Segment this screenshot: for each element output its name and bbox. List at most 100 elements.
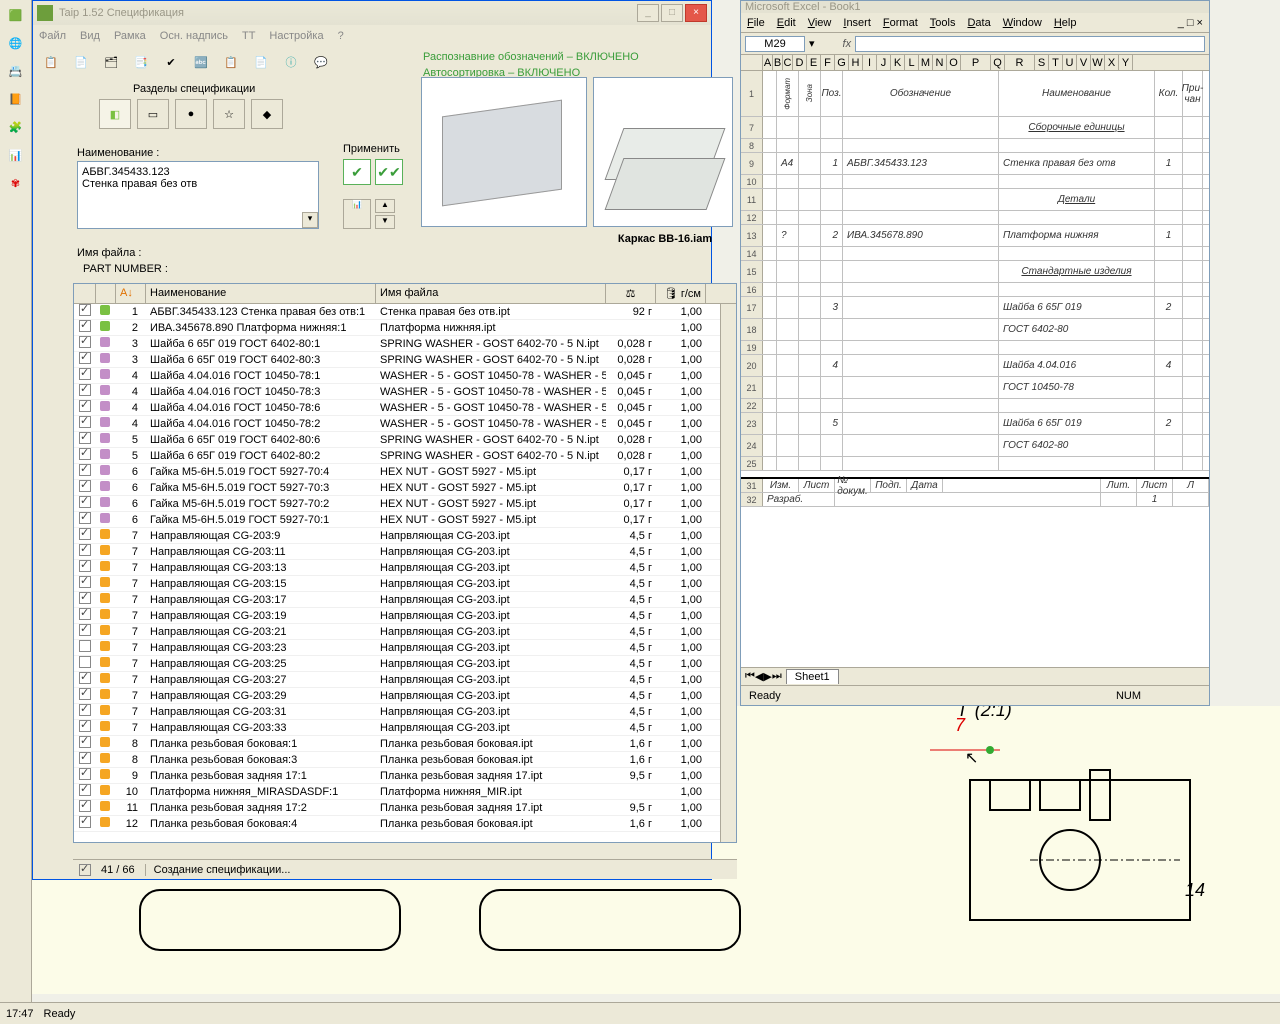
- table-row[interactable]: 6 Гайка M5-6H.5.019 ГОСТ 5927-70:1 HEX N…: [74, 512, 736, 528]
- row-checkbox[interactable]: [79, 352, 91, 364]
- menu-item[interactable]: Рамка: [114, 30, 146, 42]
- excel-titlebar[interactable]: Microsoft Excel - Book1: [741, 1, 1209, 13]
- spec-row[interactable]: 11 Детали: [741, 189, 1209, 211]
- tool-icon[interactable]: 📋: [219, 50, 243, 74]
- tool-icon[interactable]: ⓘ: [279, 50, 303, 74]
- table-row[interactable]: 7 Направляющая CG-203:29 Напрвляющая CG-…: [74, 688, 736, 704]
- minimize-button[interactable]: _: [637, 4, 659, 22]
- spec-row[interactable]: 22: [741, 399, 1209, 413]
- table-row[interactable]: 4 Шайба 4.04.016 ГОСТ 10450-78:2 WASHER …: [74, 416, 736, 432]
- spec-row[interactable]: 18 ГОСТ 6402-80: [741, 319, 1209, 341]
- table-row[interactable]: 8 Планка резьбовая боковая:3 Планка резь…: [74, 752, 736, 768]
- row-checkbox[interactable]: [79, 448, 91, 460]
- shape-circle-button[interactable]: ●: [175, 99, 207, 129]
- row-checkbox[interactable]: [79, 576, 91, 588]
- table-row[interactable]: 3 Шайба 6 65Г 019 ГОСТ 6402-80:3 SPRING …: [74, 352, 736, 368]
- row-checkbox[interactable]: [79, 400, 91, 412]
- table-row[interactable]: 7 Направляющая CG-203:19 Напрвляющая CG-…: [74, 608, 736, 624]
- spec-row[interactable]: 21 ГОСТ 10450-78: [741, 377, 1209, 399]
- table-row[interactable]: 7 Направляющая CG-203:25 Напрвляющая CG-…: [74, 656, 736, 672]
- app-icon[interactable]: ✾: [5, 172, 27, 194]
- row-checkbox[interactable]: [79, 640, 91, 652]
- table-row[interactable]: 6 Гайка M5-6H.5.019 ГОСТ 5927-70:3 HEX N…: [74, 480, 736, 496]
- menu-item[interactable]: Настройка: [269, 30, 323, 42]
- tab-nav-prev[interactable]: ◀: [755, 670, 763, 683]
- row-checkbox[interactable]: [79, 416, 91, 428]
- spec-row[interactable]: 19: [741, 341, 1209, 355]
- row-checkbox[interactable]: [79, 304, 91, 316]
- row-checkbox[interactable]: [79, 736, 91, 748]
- spec-row[interactable]: 13 ? 2 ИВА.345678.890 Платформа нижняя 1: [741, 225, 1209, 247]
- tool-icon[interactable]: 📄: [69, 50, 93, 74]
- menu-item[interactable]: View: [808, 17, 832, 29]
- dropdown-icon[interactable]: ▾: [302, 212, 318, 228]
- table-row[interactable]: 6 Гайка M5-6H.5.019 ГОСТ 5927-70:2 HEX N…: [74, 496, 736, 512]
- table-row[interactable]: 7 Направляющая CG-203:33 Напрвляющая CG-…: [74, 720, 736, 736]
- row-checkbox[interactable]: [79, 816, 91, 828]
- cell-reference-input[interactable]: [745, 36, 805, 52]
- table-row[interactable]: 4 Шайба 4.04.016 ГОСТ 10450-78:6 WASHER …: [74, 400, 736, 416]
- table-row[interactable]: 2 ИВА.345678.890 Платформа нижняя:1 Плат…: [74, 320, 736, 336]
- app-icon[interactable]: 🧩: [5, 116, 27, 138]
- apply-one-button[interactable]: ✔: [343, 159, 371, 185]
- row-checkbox[interactable]: [79, 336, 91, 348]
- worksheet[interactable]: ABCDEFGHIJKLMNOPQRSTUVWXY 1 Формат Зона …: [741, 55, 1209, 665]
- menu-item[interactable]: Insert: [843, 17, 871, 29]
- spec-row[interactable]: 24 ГОСТ 6402-80: [741, 435, 1209, 457]
- spec-row[interactable]: 9 А4 1 АБВГ.345433.123 Стенка правая без…: [741, 153, 1209, 175]
- spec-row[interactable]: 17 3 Шайба 6 65Г 019 2: [741, 297, 1209, 319]
- tool-icon[interactable]: ✔: [159, 50, 183, 74]
- apply-all-button[interactable]: ✔✔: [375, 159, 403, 185]
- menu-item[interactable]: ТТ: [242, 30, 255, 42]
- spec-row[interactable]: 20 4 Шайба 4.04.016 4: [741, 355, 1209, 377]
- tool-icon[interactable]: 🗂: [99, 50, 123, 74]
- row-checkbox[interactable]: [79, 384, 91, 396]
- row-checkbox[interactable]: [79, 496, 91, 508]
- row-checkbox[interactable]: [79, 672, 91, 684]
- tool-icon[interactable]: 📋: [39, 50, 63, 74]
- sheet-tab[interactable]: Sheet1: [786, 669, 839, 684]
- parts-grid[interactable]: А↓ Наименование Имя файла ⚖ 🛢 г/см 1 АБВ…: [73, 283, 737, 843]
- app-icon[interactable]: 🟩: [5, 4, 27, 26]
- row-checkbox[interactable]: [79, 688, 91, 700]
- spec-row[interactable]: 8: [741, 139, 1209, 153]
- move-up-button[interactable]: ▲: [375, 199, 395, 213]
- spec-row[interactable]: 12: [741, 211, 1209, 225]
- move-down-button[interactable]: ▼: [375, 215, 395, 229]
- tool-icon[interactable]: 💬: [309, 50, 333, 74]
- row-checkbox[interactable]: [79, 464, 91, 476]
- table-row[interactable]: 3 Шайба 6 65Г 019 ГОСТ 6402-80:1 SPRING …: [74, 336, 736, 352]
- menu-item[interactable]: Tools: [930, 17, 956, 29]
- table-row[interactable]: 12 Планка резьбовая боковая:4 Планка рез…: [74, 816, 736, 832]
- app-icon[interactable]: 📙: [5, 88, 27, 110]
- row-checkbox[interactable]: [79, 368, 91, 380]
- row-checkbox[interactable]: [79, 800, 91, 812]
- spec-row[interactable]: 23 5 Шайба 6 65Г 019 2: [741, 413, 1209, 435]
- table-row[interactable]: 7 Направляющая CG-203:17 Напрвляющая CG-…: [74, 592, 736, 608]
- toggle-checkbox[interactable]: [79, 864, 91, 876]
- app-icon[interactable]: 📇: [5, 60, 27, 82]
- tool-icon[interactable]: 🔤: [189, 50, 213, 74]
- spec-row[interactable]: 10: [741, 175, 1209, 189]
- table-row[interactable]: 5 Шайба 6 65Г 019 ГОСТ 6402-80:2 SPRING …: [74, 448, 736, 464]
- tab-nav-first[interactable]: ⏮: [745, 670, 755, 683]
- menu-item[interactable]: File: [747, 17, 765, 29]
- row-checkbox[interactable]: [79, 608, 91, 620]
- maximize-button[interactable]: □: [661, 4, 683, 22]
- menu-item[interactable]: Help: [1054, 17, 1077, 29]
- row-checkbox[interactable]: [79, 656, 91, 668]
- menu-item[interactable]: Вид: [80, 30, 100, 42]
- scrollbar[interactable]: [720, 304, 736, 843]
- table-row[interactable]: 11 Планка резьбовая задняя 17:2 Планка р…: [74, 800, 736, 816]
- tool-icon[interactable]: 📑: [129, 50, 153, 74]
- row-checkbox[interactable]: [79, 624, 91, 636]
- row-checkbox[interactable]: [79, 432, 91, 444]
- table-row[interactable]: 7 Направляющая CG-203:11 Напрвляющая CG-…: [74, 544, 736, 560]
- dropdown-icon[interactable]: ▾: [809, 37, 815, 50]
- table-row[interactable]: 7 Направляющая CG-203:31 Напрвляющая CG-…: [74, 704, 736, 720]
- menu-item[interactable]: Edit: [777, 17, 796, 29]
- tab-nav-next[interactable]: ▶: [763, 670, 771, 683]
- table-row[interactable]: 6 Гайка M5-6H.5.019 ГОСТ 5927-70:4 HEX N…: [74, 464, 736, 480]
- spec-row[interactable]: 16: [741, 283, 1209, 297]
- restore-button[interactable]: _ □ ×: [1178, 17, 1203, 29]
